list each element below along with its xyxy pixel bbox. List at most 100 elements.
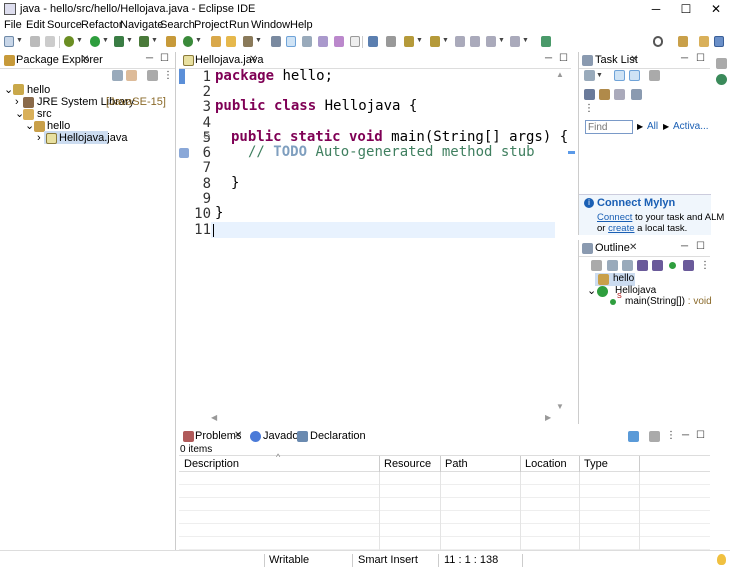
activate-link[interactable]: Activa... (673, 121, 709, 132)
code-line-8[interactable]: } (231, 175, 239, 191)
tree-item-src[interactable]: src (37, 108, 52, 120)
tree-item-hellojava[interactable]: Hellojava.java (59, 132, 127, 144)
menu-edit[interactable]: Edit (26, 19, 45, 31)
code-line-5[interactable]: public static void main(String[] args) { (231, 129, 568, 145)
minimize-button[interactable]: ─ (640, 0, 672, 18)
tree-expander[interactable]: ⌄ (4, 83, 13, 96)
code-line-3[interactable]: public class Hellojava { (215, 98, 417, 114)
forward-icon[interactable] (510, 36, 520, 47)
fold-marker-icon[interactable]: ⊖ (203, 131, 211, 142)
maximize-view-icon[interactable]: ☐ (696, 241, 705, 252)
new-java-project-icon[interactable] (166, 36, 176, 47)
maximize-view-icon[interactable]: ☐ (696, 53, 705, 64)
filter-icon[interactable] (147, 70, 158, 81)
link-with-editor-icon[interactable] (126, 70, 137, 81)
skip-breakpoints-icon[interactable] (386, 36, 396, 47)
tab-declaration[interactable]: Declaration (310, 430, 366, 442)
create-link[interactable]: create (608, 223, 634, 234)
back-arrow-icon[interactable] (470, 36, 480, 47)
search-tool-icon[interactable] (243, 36, 253, 47)
word-wrap-icon[interactable] (334, 36, 344, 47)
outline-tool-icon[interactable] (591, 260, 602, 271)
back-icon[interactable] (486, 36, 496, 47)
menu-navigate[interactable]: Navigate (120, 19, 163, 31)
new-task-icon[interactable] (584, 70, 595, 81)
connect-mylyn-title[interactable]: Connect Mylyn (597, 197, 675, 209)
close-tab-icon[interactable]: ✕ (81, 54, 89, 65)
close-tab-icon[interactable]: ✕ (630, 54, 638, 65)
java-ee-perspective-icon[interactable] (699, 36, 709, 47)
menu-refactor[interactable]: Refactor (81, 19, 123, 31)
maximize-view-icon[interactable]: ☐ (696, 430, 705, 441)
menu-source[interactable]: Source (47, 19, 82, 31)
scroll-up-icon[interactable]: ▲ (556, 70, 564, 79)
tab-package-explorer[interactable]: Package Explorer (16, 54, 103, 66)
tree-expander[interactable]: ⌄ (25, 119, 34, 132)
column-type[interactable]: Type (584, 458, 608, 470)
categorized-icon[interactable] (614, 70, 625, 81)
run-icon[interactable] (90, 36, 100, 47)
play-icon[interactable]: ▶ (637, 122, 643, 131)
search-dropdown-icon[interactable]: ▼ (255, 37, 262, 44)
close-tab-icon[interactable]: ✕ (249, 54, 257, 65)
outline-item-main[interactable]: main(String[]) : void (625, 296, 712, 307)
column-description[interactable]: Description (184, 458, 239, 470)
close-button[interactable]: ✕ (700, 0, 730, 18)
tree-expander[interactable]: › (37, 132, 41, 144)
minimize-view-icon[interactable]: ─ (682, 430, 689, 441)
scroll-down-icon[interactable]: ▼ (556, 402, 564, 411)
hide-static-icon[interactable] (652, 260, 663, 271)
run-dropdown-icon[interactable]: ▼ (102, 37, 109, 44)
back-dropdown-icon[interactable]: ▼ (498, 37, 505, 44)
new-java-class-icon[interactable] (183, 36, 193, 47)
maximize-view-icon[interactable]: ☐ (559, 53, 568, 64)
code-line-1[interactable]: package hello; (215, 68, 333, 84)
search-icon[interactable] (653, 36, 663, 47)
view-menu-icon[interactable]: ⋮ (584, 103, 594, 114)
menu-search[interactable]: Search (160, 19, 195, 31)
close-tab-icon[interactable]: ✕ (234, 430, 242, 441)
save-icon[interactable] (30, 36, 40, 47)
scroll-left-icon[interactable]: ◀ (211, 413, 217, 422)
column-path[interactable]: Path (445, 458, 468, 470)
close-tab-icon[interactable]: ✕ (629, 242, 637, 253)
pin-editor-icon[interactable] (541, 36, 551, 47)
code-line-10[interactable]: } (215, 205, 223, 221)
tree-item-hello-project[interactable]: hello (27, 84, 50, 96)
coverage-dropdown-icon[interactable]: ▼ (126, 37, 133, 44)
menu-run[interactable]: Run (229, 19, 249, 31)
hide-completed-icon[interactable] (584, 89, 595, 100)
column-resource[interactable]: Resource (384, 458, 431, 470)
minimize-view-icon[interactable]: ─ (146, 53, 153, 64)
view-menu-icon[interactable]: ⋮ (666, 430, 676, 441)
menu-window[interactable]: Window (251, 19, 290, 31)
collapse-all-icon[interactable] (607, 260, 618, 271)
play-icon-2[interactable]: ▶ (663, 122, 669, 131)
show-whitespace-icon[interactable] (350, 36, 360, 47)
last-edit-icon[interactable] (455, 36, 465, 47)
new-java-class-dropdown-icon[interactable]: ▼ (195, 37, 202, 44)
open-type-icon[interactable] (211, 36, 221, 47)
toggle-mark-icon[interactable] (271, 36, 281, 47)
save-all-icon[interactable] (45, 36, 55, 47)
breadcrumb-icon[interactable] (302, 36, 312, 47)
next-annotation-dropdown-icon[interactable]: ▼ (416, 37, 423, 44)
hide-non-public-icon[interactable] (669, 262, 676, 269)
external-tools-dropdown-icon[interactable]: ▼ (151, 37, 158, 44)
open-folder-icon[interactable] (226, 36, 236, 47)
menu-help[interactable]: Help (290, 19, 313, 31)
block-select-icon[interactable] (318, 36, 328, 47)
maximize-button[interactable]: ☐ (670, 0, 702, 18)
synchronize-icon[interactable] (599, 89, 610, 100)
lightbulb-icon[interactable] (717, 554, 726, 565)
prev-annotation-dropdown-icon[interactable]: ▼ (442, 37, 449, 44)
find-input[interactable] (585, 120, 633, 134)
new-task-dropdown-icon[interactable]: ▼ (596, 72, 603, 79)
task-repositories-icon[interactable] (631, 89, 642, 100)
maximize-view-icon[interactable]: ☐ (160, 53, 169, 64)
terminal-icon[interactable] (368, 36, 378, 47)
hide-fields-icon[interactable] (637, 260, 648, 271)
scheduled-icon[interactable] (629, 70, 640, 81)
globe-icon[interactable] (716, 74, 727, 85)
view-options-icon[interactable] (649, 431, 660, 442)
